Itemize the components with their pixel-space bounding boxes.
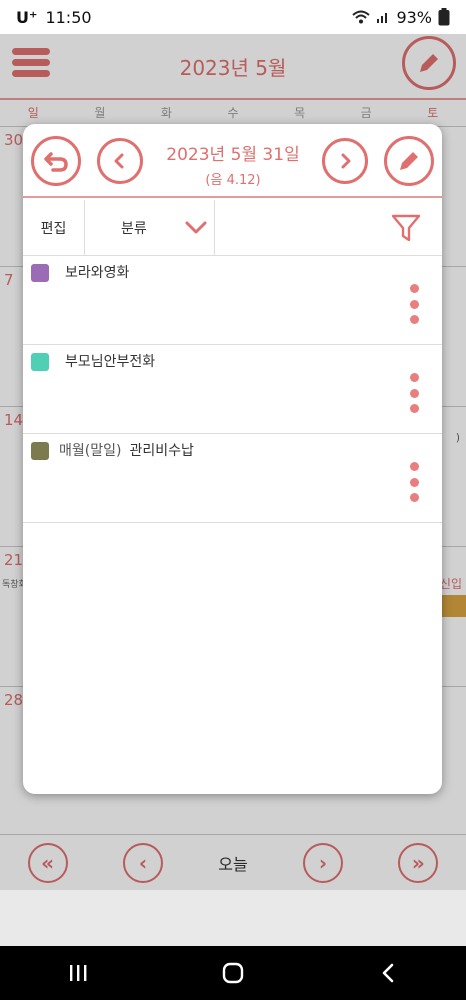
filter-row: 편집 분류 — [23, 200, 442, 256]
back-nav-button[interactable] — [358, 953, 418, 993]
event-item[interactable]: 보라와영화 — [23, 256, 442, 345]
event-item[interactable]: 부모님안부전화 — [23, 345, 442, 434]
category-color-swatch — [31, 264, 49, 282]
day-events-dialog: 2023년 5월 31일 (음 4.12) 편집 분류 보라와영화 부모님안부전… — [23, 124, 442, 794]
undo-icon — [44, 152, 68, 172]
recents-icon — [69, 965, 87, 981]
pencil-icon — [400, 152, 418, 170]
add-event-button[interactable] — [384, 136, 434, 186]
recents-button[interactable] — [48, 953, 108, 993]
more-options-icon[interactable] — [408, 373, 420, 413]
lunar-date: (음 4.12) — [205, 173, 261, 188]
ad-area — [0, 890, 466, 946]
battery-icon — [438, 8, 450, 26]
dialog-header: 2023년 5월 31일 (음 4.12) — [23, 124, 442, 198]
home-icon — [222, 962, 244, 984]
event-title: 보라와영화 — [65, 265, 130, 281]
repeat-tag: 매월(말일) — [59, 443, 122, 459]
category-dropdown[interactable]: 분류 — [85, 200, 215, 256]
edit-button[interactable]: 편집 — [23, 200, 85, 256]
back-icon — [383, 963, 394, 983]
event-item[interactable]: 매월(말일) 관리비수납 — [23, 434, 442, 523]
next-day-button[interactable] — [322, 138, 368, 184]
clock: 11:50 — [45, 7, 92, 27]
event-title: 부모님안부전화 — [65, 354, 156, 370]
back-button[interactable] — [31, 136, 81, 186]
date-display: 2023년 5월 31일 (음 4.12) — [153, 140, 313, 188]
status-bar: U⁺ 11:50 93% — [0, 0, 466, 34]
prev-day-button[interactable] — [97, 138, 143, 184]
event-title: 관리비수납 — [129, 443, 194, 459]
chevron-down-icon — [185, 221, 207, 234]
chevron-left-icon — [114, 153, 124, 169]
home-button[interactable] — [203, 953, 263, 993]
chevron-right-icon — [341, 153, 351, 169]
category-color-swatch — [31, 442, 49, 460]
signal-icon — [377, 13, 388, 23]
battery-percent: 93% — [396, 7, 432, 27]
wifi-icon — [352, 10, 371, 24]
filter-icon — [391, 214, 421, 242]
category-color-swatch — [31, 353, 49, 371]
more-options-icon[interactable] — [408, 284, 420, 324]
event-list: 보라와영화 부모님안부전화 매월(말일) 관리비수납 — [23, 256, 442, 523]
more-options-icon[interactable] — [408, 462, 420, 502]
category-label: 분류 — [121, 221, 147, 237]
event-text: 매월(말일) 관리비수납 — [59, 440, 194, 460]
selected-date: 2023년 5월 31일 — [166, 145, 300, 165]
filter-button[interactable] — [390, 212, 422, 244]
system-nav-bar — [0, 946, 466, 1000]
carrier-label: U⁺ — [16, 7, 38, 27]
